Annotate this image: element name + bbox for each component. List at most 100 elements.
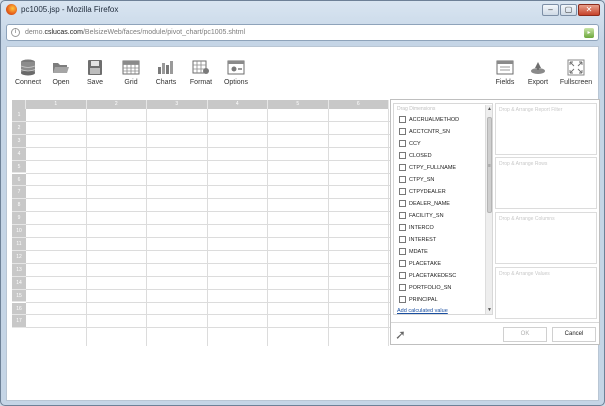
go-icon[interactable]: ▸ bbox=[584, 28, 594, 38]
scroll-down-icon[interactable]: ▼ bbox=[486, 306, 492, 314]
row-header[interactable]: 7 bbox=[12, 186, 26, 200]
scroll-up-icon[interactable]: ▲ bbox=[486, 105, 492, 113]
field-checkbox[interactable] bbox=[399, 248, 406, 256]
field-label: DEALER_NAME bbox=[409, 201, 450, 207]
grid-column-line bbox=[327, 109, 329, 346]
connect-label: Connect bbox=[14, 79, 42, 86]
row-header[interactable]: 12 bbox=[12, 250, 26, 264]
cancel-button[interactable]: Cancel bbox=[552, 327, 596, 342]
firefox-logo-icon bbox=[6, 4, 17, 15]
row-header[interactable]: 2 bbox=[12, 121, 26, 135]
grid-row-line bbox=[26, 275, 391, 277]
column-header[interactable]: 1 bbox=[26, 100, 87, 109]
row-header[interactable]: 16 bbox=[12, 302, 26, 316]
row-header[interactable]: 15 bbox=[12, 289, 26, 303]
row-header[interactable]: 4 bbox=[12, 147, 26, 161]
minimize-button[interactable]: – bbox=[542, 4, 559, 16]
field-item[interactable]: CLOSED bbox=[399, 151, 432, 163]
field-item[interactable]: PLACETAKE bbox=[399, 259, 441, 271]
column-header[interactable]: 5 bbox=[268, 100, 329, 109]
address-bar[interactable]: i demo.cslucas.com/BelsizeWeb/faces/modu… bbox=[6, 24, 599, 41]
field-item[interactable]: CCY bbox=[399, 139, 421, 151]
row-header[interactable]: 9 bbox=[12, 212, 26, 226]
open-button[interactable]: Open bbox=[49, 59, 73, 91]
row-header[interactable]: 3 bbox=[12, 134, 26, 148]
field-item[interactable]: DEALER_NAME bbox=[399, 199, 450, 211]
field-item[interactable]: INTERCO bbox=[399, 223, 434, 235]
field-checkbox[interactable] bbox=[399, 176, 406, 184]
connect-button[interactable]: Connect bbox=[13, 59, 43, 91]
column-header[interactable]: 3 bbox=[147, 100, 208, 109]
field-item[interactable]: CTPY_FULLNAME bbox=[399, 163, 456, 175]
grid-button[interactable]: Grid bbox=[119, 59, 143, 91]
field-item[interactable]: ACCRUALMETHOD bbox=[399, 115, 459, 127]
column-header[interactable]: 2 bbox=[86, 100, 147, 109]
row-header[interactable]: 17 bbox=[12, 315, 26, 329]
report-filter-dropzone[interactable]: Drop & Arrange Report Filter bbox=[495, 103, 597, 155]
format-button[interactable]: Format bbox=[188, 59, 214, 91]
grid-row-line bbox=[26, 211, 391, 213]
add-calculated-value-link[interactable]: Add calculated value bbox=[397, 308, 448, 314]
field-checkbox[interactable] bbox=[399, 200, 406, 208]
field-checkbox[interactable] bbox=[399, 152, 406, 160]
field-item[interactable]: CTPYDEALER bbox=[399, 187, 446, 199]
row-header[interactable]: 14 bbox=[12, 276, 26, 290]
row-header[interactable]: 5 bbox=[12, 160, 26, 174]
field-checkbox[interactable] bbox=[399, 272, 406, 280]
field-item[interactable]: MDATE bbox=[399, 247, 428, 259]
field-checkbox[interactable] bbox=[399, 140, 406, 148]
grid-column-line bbox=[267, 109, 268, 346]
values-dropzone[interactable]: Drop & Arrange Values bbox=[495, 267, 597, 319]
close-button[interactable]: ✕ bbox=[578, 4, 600, 16]
field-item[interactable]: PLACETAKEDESC bbox=[399, 271, 456, 283]
grid-row-line bbox=[26, 224, 391, 226]
row-header[interactable]: 8 bbox=[12, 199, 26, 213]
pivot-grid[interactable]: 1 2 3 4 5 6 1 2 3 4 5 6 7 8 9 10 11 12 13 14 15 16 17 bbox=[12, 100, 391, 346]
charts-label: Charts bbox=[155, 79, 177, 86]
field-label: CLOSED bbox=[409, 153, 432, 159]
field-item[interactable]: FACILITY_SN bbox=[399, 211, 444, 223]
dimension-scrollbar[interactable]: ▲ ≡ ▼ bbox=[485, 105, 492, 314]
rows-dropzone[interactable]: Drop & Arrange Rows bbox=[495, 157, 597, 209]
save-label: Save bbox=[87, 79, 103, 86]
row-header[interactable]: 6 bbox=[12, 173, 26, 187]
dimension-list[interactable]: Drag Dimensions ACCRUALMETHOD ACCTCNTR_SN… bbox=[393, 103, 493, 315]
info-icon[interactable]: i bbox=[11, 28, 20, 37]
field-checkbox[interactable] bbox=[399, 260, 406, 268]
field-checkbox[interactable] bbox=[399, 296, 406, 304]
column-header[interactable]: 6 bbox=[328, 100, 389, 109]
field-checkbox[interactable] bbox=[399, 236, 406, 244]
resize-arrow-icon[interactable]: ➚ bbox=[395, 327, 406, 343]
browser-window: pc1005.jsp - Mozilla Firefox – ▢ ✕ i dem… bbox=[0, 0, 605, 406]
field-item[interactable]: INTEREST bbox=[399, 235, 436, 247]
field-checkbox[interactable] bbox=[399, 116, 406, 124]
field-item[interactable]: ACCTCNTR_SN bbox=[399, 127, 450, 139]
restore-button[interactable]: ▢ bbox=[560, 4, 577, 16]
field-checkbox[interactable] bbox=[399, 224, 406, 232]
options-button[interactable]: Options bbox=[221, 59, 251, 91]
scroll-grip-icon: ≡ bbox=[488, 163, 491, 169]
field-checkbox[interactable] bbox=[399, 128, 406, 136]
row-header[interactable]: 1 bbox=[12, 109, 26, 122]
fullscreen-button[interactable]: Fullscreen bbox=[558, 59, 594, 91]
ok-button[interactable]: OK bbox=[503, 327, 547, 342]
bar-chart-icon bbox=[158, 61, 173, 74]
row-header[interactable]: 13 bbox=[12, 263, 26, 277]
field-checkbox[interactable] bbox=[399, 284, 406, 292]
columns-dropzone[interactable]: Drop & Arrange Columns bbox=[495, 212, 597, 264]
field-checkbox[interactable] bbox=[399, 188, 406, 196]
field-item[interactable]: PORTFOLIO_SN bbox=[399, 283, 451, 295]
charts-button[interactable]: Charts bbox=[153, 59, 179, 91]
field-item[interactable]: PRINCIPAL bbox=[399, 295, 438, 307]
fullscreen-label: Fullscreen bbox=[559, 79, 593, 86]
field-checkbox[interactable] bbox=[399, 212, 406, 220]
column-header[interactable]: 4 bbox=[207, 100, 268, 109]
field-checkbox[interactable] bbox=[399, 164, 406, 172]
fields-button[interactable]: Fields bbox=[493, 59, 517, 91]
field-item[interactable]: CTPY_SN bbox=[399, 175, 434, 187]
row-header[interactable]: 10 bbox=[12, 225, 26, 238]
format-icon bbox=[192, 60, 209, 74]
export-button[interactable]: Export bbox=[525, 59, 551, 91]
row-header[interactable]: 11 bbox=[12, 238, 26, 251]
save-button[interactable]: Save bbox=[83, 59, 107, 91]
